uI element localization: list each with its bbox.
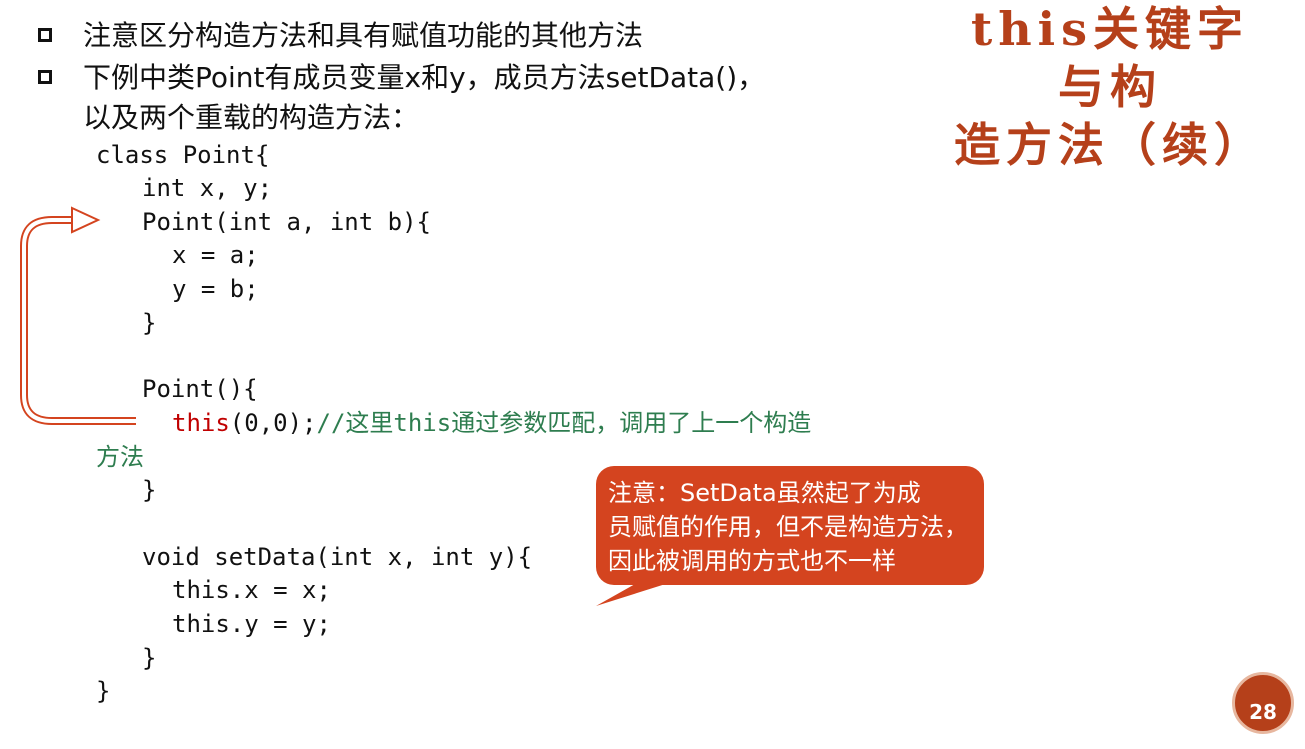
code-line: class Point{ — [96, 141, 270, 169]
callout-line-2: 员赋值的作用，但不是构造方法， — [608, 513, 968, 541]
code-line: x = a; — [172, 241, 259, 269]
bullet-2-text: 下例中类Point有成员变量x和y，成员方法setData()， — [83, 61, 766, 94]
this-keyword: this — [172, 409, 230, 437]
slide-title: this关键字与构 造方法（续） — [945, 0, 1275, 174]
note-callout: 注意：SetData虽然起了为成 员赋值的作用，但不是构造方法， 因此被调用的方… — [596, 466, 984, 585]
code-line: int x, y; — [142, 174, 273, 202]
code-line: void setData(int x, int y){ — [142, 543, 533, 571]
callout-line-3: 因此被调用的方式也不一样 — [608, 547, 896, 575]
code-line: } — [142, 309, 157, 337]
code-line: } — [142, 644, 157, 672]
code-line: y = b; — [172, 275, 259, 303]
title-line-2: 造方法（续） — [954, 118, 1266, 172]
bullet-1-text: 注意区分构造方法和具有赋值功能的其他方法 — [83, 19, 644, 52]
code-block: class Point{ int x, y; Point(int a, int … — [0, 0, 811, 705]
code-line: Point(){ — [142, 375, 258, 403]
code-line-this-call: this(0,0);//这里this通过参数匹配，调用了上一个构造 — [172, 406, 811, 440]
code-line: this.y = y; — [172, 610, 331, 638]
code-comment-continued: 方法 — [96, 443, 144, 471]
code-line: } — [142, 476, 157, 504]
bullet-2-text-line-2: 以及两个重载的构造方法： — [83, 101, 420, 134]
code-line: Point(int a, int b){ — [142, 208, 431, 236]
callout-line-1: 注意：SetData虽然起了为成 — [608, 479, 921, 507]
code-line: this.x = x; — [172, 576, 331, 604]
slide: this关键字与构 造方法（续） 注意区分构造方法和具有赋值功能的其他方法 下例… — [0, 0, 1305, 734]
page-number-badge: 28 — [1232, 672, 1294, 734]
code-comment: //这里this通过参数匹配，调用了上一个构造 — [316, 409, 812, 437]
title-line-1: this关键字与构 — [970, 2, 1250, 114]
code-line: } — [96, 677, 111, 705]
this-args: (0,0); — [229, 409, 317, 437]
